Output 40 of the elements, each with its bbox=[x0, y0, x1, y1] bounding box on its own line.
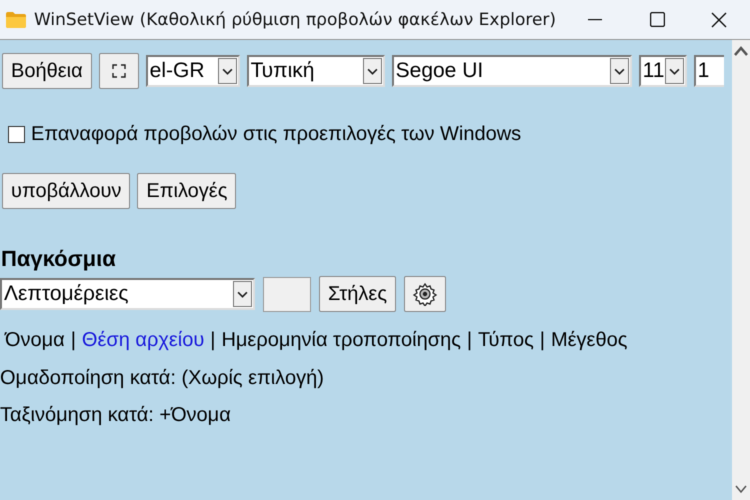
options-button[interactable]: Επιλογές bbox=[137, 173, 236, 209]
font-select[interactable]: Segoe UI bbox=[392, 55, 632, 87]
dropdown-caret-icon[interactable] bbox=[610, 58, 629, 84]
settings-icon bbox=[412, 282, 437, 306]
columns-button[interactable]: Στήλες bbox=[319, 276, 396, 312]
fullscreen-button[interactable] bbox=[98, 53, 139, 89]
input-field[interactable] bbox=[263, 276, 311, 312]
column-link[interactable]: Όνομα bbox=[5, 329, 65, 352]
folder-icon bbox=[6, 12, 26, 28]
theme-select[interactable]: Τυπική bbox=[246, 55, 385, 87]
column-link[interactable]: Ημερομηνία τροποποίησης bbox=[221, 329, 461, 352]
view-select[interactable]: Λεπτομέρειες bbox=[0, 278, 255, 310]
checkbox-label[interactable]: Επαναφορά προβολών στις προεπιλογές των Windows bbox=[31, 123, 522, 146]
column-link[interactable]: Θέση αρχείου bbox=[82, 329, 204, 352]
separator: | bbox=[70, 329, 76, 352]
help-button[interactable]: Βοήθεια bbox=[2, 53, 92, 89]
dropdown-caret-icon[interactable] bbox=[665, 58, 684, 84]
dropdown-caret-icon[interactable] bbox=[218, 58, 237, 84]
input-field[interactable]: 1 bbox=[694, 55, 724, 87]
maximize-icon bbox=[650, 12, 664, 27]
group-by-label: Ομαδοποίηση κατά: (Χωρίς επιλογή) bbox=[0, 367, 325, 390]
window-title: WinSetView (Καθολική ρύθμιση προβολών φακέλων Explorer) bbox=[34, 10, 558, 30]
close-icon bbox=[711, 12, 727, 28]
dropdown-caret-icon[interactable] bbox=[362, 58, 382, 84]
separator: | bbox=[540, 329, 545, 352]
separator: | bbox=[210, 329, 216, 352]
submit-button[interactable]: υποβάλλουν bbox=[2, 173, 130, 209]
fullscreen-icon bbox=[112, 64, 126, 78]
font-size-select[interactable]: 11 bbox=[638, 55, 687, 87]
dropdown-caret-icon[interactable] bbox=[233, 281, 252, 307]
scrollbar[interactable] bbox=[732, 40, 750, 500]
language-select[interactable]: el-GR bbox=[146, 55, 240, 87]
settings-button[interactable] bbox=[404, 276, 446, 312]
separator: | bbox=[466, 329, 472, 352]
checkbox[interactable] bbox=[8, 126, 25, 143]
minimize-icon bbox=[588, 18, 602, 20]
section-heading: Παγκόσμια bbox=[1, 246, 117, 272]
sort-by-label: Ταξινόμηση κατά: +Όνομα bbox=[0, 404, 232, 427]
column-link[interactable]: Τύπος bbox=[478, 329, 534, 352]
column-link[interactable]: Μέγεθος bbox=[550, 329, 628, 352]
